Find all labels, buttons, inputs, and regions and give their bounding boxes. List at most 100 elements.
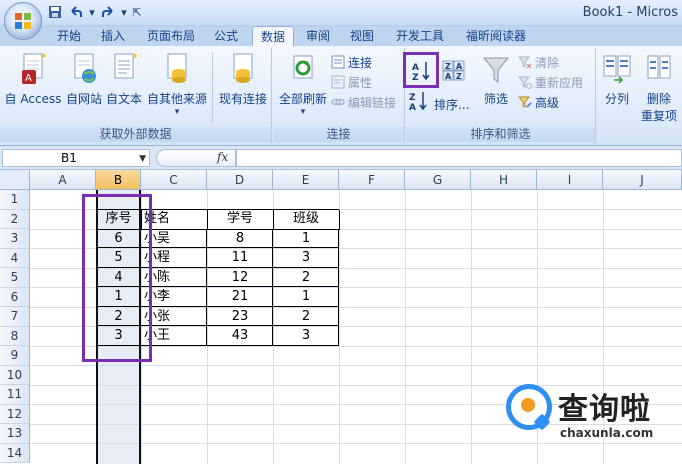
table-cell[interactable]: 8 <box>207 229 273 249</box>
from-access-button[interactable]: A 自 Access <box>2 50 64 107</box>
other-sources-icon <box>167 53 187 83</box>
dropdown-arrow-icon[interactable]: ▾ <box>88 4 96 20</box>
tab-foxit-reader[interactable]: 福昕阅读器 <box>458 26 534 46</box>
dropdown-arrow-icon: ▾ <box>174 107 180 117</box>
advanced-filter-icon <box>518 96 532 108</box>
row-header-13[interactable]: 13 <box>0 424 30 444</box>
sort-za-icon: Z A <box>409 92 427 112</box>
refresh-all-button[interactable]: 全部刷新 ▾ <box>275 50 331 117</box>
advanced-filter-button[interactable]: 高级 <box>518 93 559 111</box>
from-other-sources-button[interactable]: 自其他来源 ▾ <box>144 50 210 117</box>
table-cell[interactable]: 1 <box>273 287 339 307</box>
ribbon: A 自 Access 自网站 自文本 自其他来源 ▾ 现有连接 获取外部数据 全… <box>0 46 682 146</box>
row-header-10[interactable]: 10 <box>0 365 30 385</box>
row-header-5[interactable]: 5 <box>0 268 30 288</box>
name-box[interactable]: B1 ▼ <box>2 149 150 167</box>
excel-window: ▾ ▾ ⇱ Book1 - Micros 开始 插入 页面布局 公式 数据 审阅… <box>0 0 682 464</box>
edit-links-button[interactable]: 编辑链接 <box>331 93 396 111</box>
title-bar: ▾ ▾ ⇱ Book1 - Micros <box>0 0 682 26</box>
filter-button[interactable]: 筛选 <box>478 50 514 107</box>
column-header-h[interactable]: H <box>471 170 537 190</box>
tab-formulas[interactable]: 公式 <box>206 26 246 46</box>
tab-view[interactable]: 视图 <box>344 26 380 46</box>
existing-connections-button[interactable]: 现有连接 <box>216 50 270 107</box>
clear-filter-button[interactable]: 清除 <box>518 53 559 71</box>
row-header-4[interactable]: 4 <box>0 248 30 268</box>
office-button[interactable] <box>4 2 42 40</box>
column-header-i[interactable]: I <box>537 170 603 190</box>
tab-home[interactable]: 开始 <box>50 26 88 46</box>
access-db-icon: A <box>22 53 46 84</box>
formula-bar: B1 ▼ fx <box>0 146 682 170</box>
row-header-9[interactable]: 9 <box>0 346 30 366</box>
svg-text:Z: Z <box>445 62 451 71</box>
tab-data[interactable]: 数据 <box>252 26 294 47</box>
row-header-2[interactable]: 2 <box>0 209 30 229</box>
dropdown-arrow-icon[interactable]: ▼ <box>139 151 146 167</box>
group-data-tools: 分列 删除 重复项 <box>597 48 682 144</box>
dropdown-arrow-icon: ▾ <box>300 107 306 117</box>
table-cell[interactable]: 11 <box>207 248 273 268</box>
table-cell[interactable]: 43 <box>207 326 273 346</box>
row-header-14[interactable]: 14 <box>0 443 30 463</box>
tab-review[interactable]: 审阅 <box>300 26 336 46</box>
connections-button[interactable]: 连接 <box>331 53 372 71</box>
customize-icon[interactable]: ⇱ <box>131 4 143 20</box>
save-icon[interactable] <box>46 4 64 20</box>
row-header-8[interactable]: 8 <box>0 326 30 346</box>
column-header-c[interactable]: C <box>141 170 207 190</box>
properties-button[interactable]: 属性 <box>331 73 372 91</box>
formula-input[interactable] <box>236 149 682 167</box>
column-header-a[interactable]: A <box>30 170 96 190</box>
table-cell[interactable]: 3 <box>273 326 339 346</box>
gridline <box>471 190 472 464</box>
column-header-f[interactable]: F <box>339 170 405 190</box>
redo-icon[interactable] <box>99 4 117 20</box>
table-cell[interactable]: 3 <box>273 248 339 268</box>
svg-text:Z: Z <box>409 93 416 103</box>
text-to-columns-button[interactable]: 分列 <box>599 50 635 107</box>
svg-text:A: A <box>409 103 416 112</box>
row-header-1[interactable]: 1 <box>0 190 30 210</box>
row-header-11[interactable]: 11 <box>0 385 30 405</box>
undo-icon[interactable] <box>67 4 85 20</box>
sort-table-icon: Z A A Z <box>442 60 465 81</box>
table-cell[interactable]: 2 <box>273 268 339 288</box>
remove-duplicates-button[interactable]: 删除 重复项 <box>637 50 681 124</box>
watermark-text: 查询啦 <box>558 392 651 427</box>
column-header-j[interactable]: J <box>603 170 682 190</box>
select-all-corner[interactable] <box>0 170 30 190</box>
tab-page-layout[interactable]: 页面布局 <box>140 26 202 46</box>
table-cell[interactable]: 2 <box>273 307 339 327</box>
table-cell[interactable]: 21 <box>207 287 273 307</box>
clear-filter-icon <box>518 56 532 69</box>
reapply-icon <box>518 76 532 89</box>
dropdown-arrow-icon[interactable]: ▾ <box>120 4 128 20</box>
reapply-button[interactable]: 重新应用 <box>518 73 583 91</box>
column-header-b[interactable]: B <box>96 170 141 190</box>
formula-buttons: fx <box>156 149 236 167</box>
sort-az-table-button[interactable]: Z A A Z <box>440 58 468 84</box>
insert-function-button[interactable]: fx <box>217 150 228 164</box>
tab-developer[interactable]: 开发工具 <box>388 26 452 46</box>
separator <box>212 52 213 124</box>
row-header-12[interactable]: 12 <box>0 404 30 424</box>
sort-descending-button[interactable]: Z A <box>408 92 430 112</box>
ribbon-tabs: 开始 插入 页面布局 公式 数据 审阅 视图 开发工具 福昕阅读器 <box>0 26 682 47</box>
watermark: 查询啦 chaxunla.com <box>502 382 682 446</box>
column-header-g[interactable]: G <box>405 170 471 190</box>
table-cell[interactable]: 12 <box>207 268 273 288</box>
column-header-e[interactable]: E <box>273 170 339 190</box>
from-text-button[interactable]: 自文本 <box>104 50 144 107</box>
tab-insert[interactable]: 插入 <box>94 26 132 46</box>
table-cell[interactable]: 1 <box>273 229 339 249</box>
table-header-id[interactable]: 学号 <box>207 209 273 229</box>
sort-button[interactable]: 排序... <box>434 95 469 113</box>
table-cell[interactable]: 23 <box>207 307 273 327</box>
row-header-6[interactable]: 6 <box>0 287 30 307</box>
from-web-button[interactable]: 自网站 <box>64 50 104 107</box>
row-header-3[interactable]: 3 <box>0 229 30 249</box>
row-header-7[interactable]: 7 <box>0 307 30 327</box>
table-header-class[interactable]: 班级 <box>273 209 339 229</box>
column-header-d[interactable]: D <box>207 170 273 190</box>
